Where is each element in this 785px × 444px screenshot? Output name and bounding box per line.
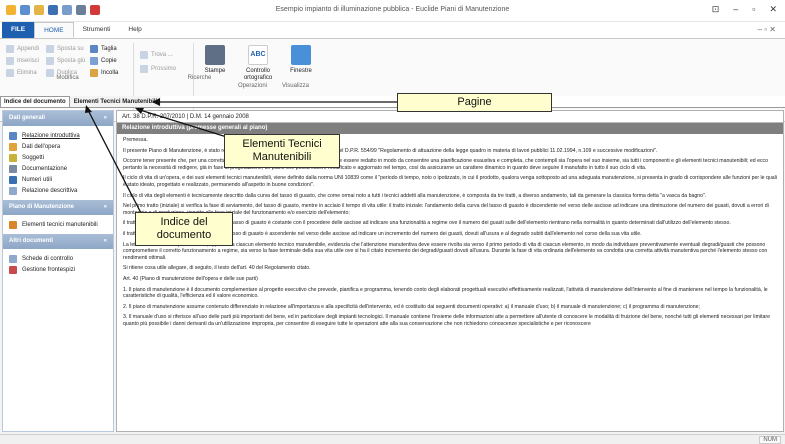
arrow-head <box>152 98 160 106</box>
callout-elementi-tecnici: Elementi Tecnici Manutenibili <box>224 134 340 168</box>
arrow-head <box>85 105 92 113</box>
callout-arrows <box>85 98 398 216</box>
callout-indice-documento: Indice del documento <box>135 212 233 246</box>
arrow-elementi <box>139 109 231 139</box>
arrow-indice <box>87 109 143 216</box>
callout-pagine: Pagine <box>397 93 552 112</box>
